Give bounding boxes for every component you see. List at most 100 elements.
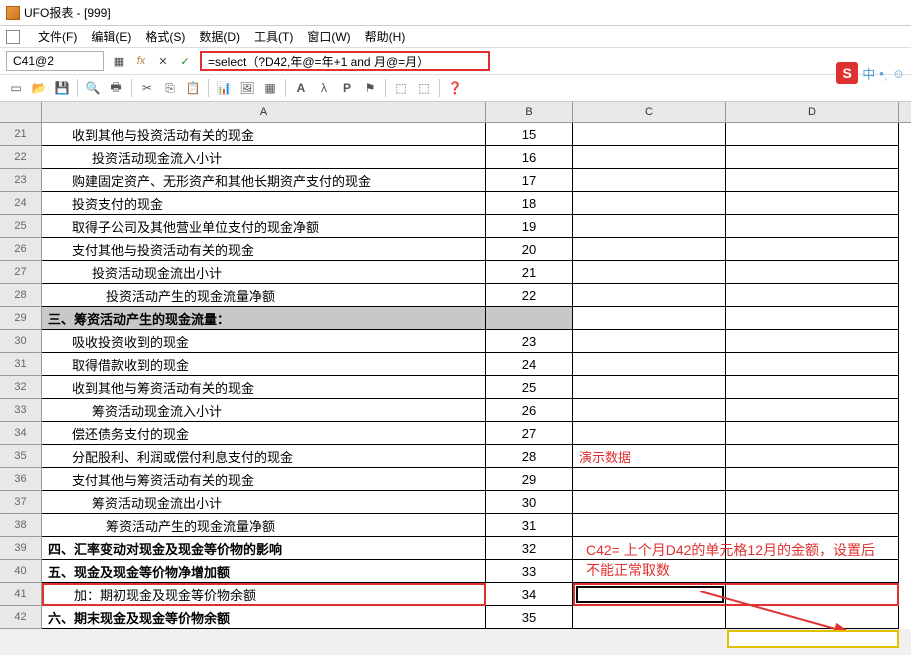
row-header[interactable]: 30 (0, 330, 42, 353)
row-header[interactable]: 24 (0, 192, 42, 215)
cell-b[interactable]: 25 (486, 376, 573, 399)
ime-lang[interactable]: 中 (862, 64, 875, 83)
col-header-c[interactable]: C (573, 102, 726, 122)
formula-input[interactable]: =select（?D42,年@=年+1 and 月@=月） (200, 51, 490, 71)
table-row[interactable]: 36支付其他与筹资活动有关的现金29 (0, 468, 911, 491)
menu-file[interactable]: 文件(F) (38, 28, 77, 45)
cell-c[interactable] (573, 606, 726, 629)
row-header[interactable]: 35 (0, 445, 42, 468)
ime-s-badge[interactable]: S (836, 62, 858, 84)
cell-b[interactable]: 22 (486, 284, 573, 307)
print-icon[interactable]: 🖶 (106, 78, 126, 98)
cell-a[interactable]: 取得子公司及其他营业单位支付的现金净额 (42, 215, 486, 238)
cell-d[interactable] (726, 422, 899, 445)
menu-edit[interactable]: 编辑(E) (91, 28, 131, 45)
cell-b[interactable]: 29 (486, 468, 573, 491)
row-header[interactable]: 29 (0, 307, 42, 330)
menu-window[interactable]: 窗口(W) (307, 28, 350, 45)
row-header[interactable]: 37 (0, 491, 42, 514)
ime-extras[interactable]: •ˌ ☺ (879, 66, 905, 81)
cell-c[interactable] (573, 307, 726, 330)
cell-b[interactable]: 32 (486, 537, 573, 560)
table-row[interactable]: 41加：期初现金及现金等价物余额34 (0, 583, 911, 606)
row-header[interactable]: 31 (0, 353, 42, 376)
new-icon[interactable]: ▭ (6, 78, 26, 98)
col-header-b[interactable]: B (486, 102, 573, 122)
cell-d[interactable] (726, 123, 899, 146)
cell-d[interactable] (726, 560, 899, 583)
col-header-a[interactable]: A (42, 102, 486, 122)
cell-a[interactable]: 取得借款收到的现金 (42, 353, 486, 376)
cell-a[interactable]: 购建固定资产、无形资产和其他长期资产支付的现金 (42, 169, 486, 192)
cell-d[interactable] (726, 238, 899, 261)
cell-c[interactable] (573, 468, 726, 491)
table-row[interactable]: 39四、汇率变动对现金及现金等价物的影响32 (0, 537, 911, 560)
cell-b[interactable]: 30 (486, 491, 573, 514)
preview-icon[interactable]: 🔍 (83, 78, 103, 98)
cell-b[interactable]: 27 (486, 422, 573, 445)
row-header[interactable]: 36 (0, 468, 42, 491)
lambda-icon[interactable]: λ (314, 78, 334, 98)
row-header[interactable]: 33 (0, 399, 42, 422)
cell-d[interactable] (726, 192, 899, 215)
cell-a[interactable]: 支付其他与投资活动有关的现金 (42, 238, 486, 261)
menu-help[interactable]: 帮助(H) (365, 28, 406, 45)
cell-c[interactable] (573, 491, 726, 514)
cell-d[interactable] (726, 399, 899, 422)
save-icon[interactable]: 💾 (52, 78, 72, 98)
table-row[interactable]: 22投资活动现金流入小计16 (0, 146, 911, 169)
cell-a[interactable]: 筹资活动现金流入小计 (42, 399, 486, 422)
bold-icon[interactable]: A (291, 78, 311, 98)
cell-d[interactable] (726, 583, 899, 606)
cell-d[interactable] (726, 606, 899, 629)
row-header[interactable]: 40 (0, 560, 42, 583)
paste-icon[interactable]: 📋 (183, 78, 203, 98)
help-icon[interactable]: ❓ (445, 78, 465, 98)
confirm-icon[interactable]: ✓ (176, 52, 194, 70)
cell-d[interactable] (726, 215, 899, 238)
cell-a[interactable]: 收到其他与筹资活动有关的现金 (42, 376, 486, 399)
tool2-icon[interactable]: ⬚ (414, 78, 434, 98)
table-row[interactable]: 21收到其他与投资活动有关的现金15 (0, 123, 911, 146)
cell-a[interactable]: 投资活动产生的现金流量净额 (42, 284, 486, 307)
cell-c[interactable] (573, 353, 726, 376)
cell-c[interactable] (573, 422, 726, 445)
cell-a[interactable]: 筹资活动产生的现金流量净额 (42, 514, 486, 537)
cell-a[interactable]: 六、期末现金及现金等价物余额 (42, 606, 486, 629)
row-header[interactable]: 25 (0, 215, 42, 238)
cell-d[interactable] (726, 445, 899, 468)
cell-d[interactable] (726, 514, 899, 537)
cell-b[interactable]: 23 (486, 330, 573, 353)
table-row[interactable]: 34偿还债务支付的现金27 (0, 422, 911, 445)
cell-a[interactable]: 支付其他与筹资活动有关的现金 (42, 468, 486, 491)
cell-c[interactable]: 演示数据 (573, 445, 726, 468)
cell-b[interactable]: 33 (486, 560, 573, 583)
row-header[interactable]: 32 (0, 376, 42, 399)
cell-d[interactable] (726, 330, 899, 353)
cell-b[interactable]: 17 (486, 169, 573, 192)
table-row[interactable]: 28投资活动产生的现金流量净额22 (0, 284, 911, 307)
cell-c[interactable] (573, 284, 726, 307)
table-row[interactable]: 25取得子公司及其他营业单位支付的现金净额19 (0, 215, 911, 238)
cell-d[interactable] (726, 169, 899, 192)
row-header[interactable]: 41 (0, 583, 42, 606)
cell-a[interactable]: 五、现金及现金等价物净增加额 (42, 560, 486, 583)
cell-b[interactable] (486, 307, 573, 330)
table-row[interactable]: 37筹资活动现金流出小计30 (0, 491, 911, 514)
cell-a[interactable]: 吸收投资收到的现金 (42, 330, 486, 353)
cell-d[interactable] (726, 146, 899, 169)
cell-a[interactable]: 三、筹资活动产生的现金流量： (42, 307, 486, 330)
cell-d[interactable] (726, 353, 899, 376)
cell-c[interactable] (573, 583, 726, 606)
cell-c[interactable] (573, 330, 726, 353)
cell-a[interactable]: 投资活动现金流出小计 (42, 261, 486, 284)
p-icon[interactable]: P (337, 78, 357, 98)
cell-a[interactable]: 投资活动现金流入小计 (42, 146, 486, 169)
table-row[interactable]: 38筹资活动产生的现金流量净额31 (0, 514, 911, 537)
cell-d[interactable] (726, 307, 899, 330)
row-header[interactable]: 21 (0, 123, 42, 146)
open-icon[interactable]: 📂 (29, 78, 49, 98)
cell-d[interactable] (726, 468, 899, 491)
cell-c[interactable] (573, 399, 726, 422)
copy-icon[interactable]: ⎘ (160, 78, 180, 98)
